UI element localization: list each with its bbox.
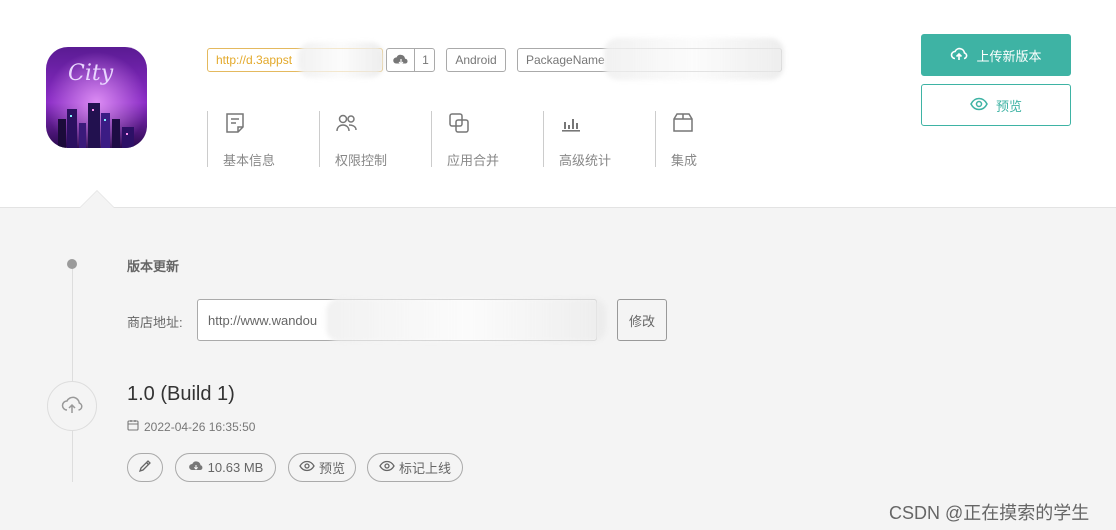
cloud-download-icon [387, 49, 415, 71]
bar-chart-icon [559, 111, 583, 135]
users-icon [335, 111, 359, 135]
release-timestamp: 2022-04-26 16:35:50 [127, 419, 255, 434]
timestamp-text: 2022-04-26 16:35:50 [144, 419, 256, 434]
cloud-download-icon [188, 460, 204, 475]
modify-button-label: 修改 [628, 313, 655, 329]
modify-button[interactable]: 修改 [617, 299, 667, 341]
app-icon-wordmark: City [68, 61, 114, 86]
download-count: 1 [422, 53, 429, 67]
redaction-blur [326, 298, 606, 342]
preview-button-label: 预览 [995, 98, 1022, 114]
upload-button-label: 上传新版本 [976, 48, 1042, 64]
download-count-tag: 1 [386, 48, 435, 72]
release-preview-button[interactable]: 预览 [288, 453, 356, 482]
upload-timeline-node [47, 381, 97, 431]
mark-online-button[interactable]: 标记上线 [367, 453, 463, 482]
nav-label: 集成 [671, 153, 698, 168]
box-icon [671, 111, 695, 135]
version-label: 1.0 (Build 1) [127, 383, 235, 405]
cloud-upload-icon [60, 393, 84, 420]
nav-label: 基本信息 [223, 153, 276, 168]
download-link-text: http://d.3appst [216, 53, 293, 67]
eye-icon [970, 97, 988, 114]
store-address-label: 商店地址: [127, 315, 183, 330]
mark-online-label: 标记上线 [398, 461, 451, 476]
selected-pointer [80, 191, 114, 208]
document-icon [223, 111, 247, 135]
nav-label: 权限控制 [335, 153, 388, 168]
nav-permissions[interactable]: 权限控制 [319, 111, 429, 168]
app-header: City http://d.3appst 1 Android PackageNa… [0, 0, 1116, 208]
eye-icon [379, 460, 395, 475]
redaction-blur [604, 38, 784, 80]
release-preview-label: 预览 [318, 461, 345, 476]
file-size-label: 10.63 MB [207, 460, 264, 475]
version-update-title: 版本更新 [127, 259, 180, 274]
merge-icon [447, 111, 471, 135]
nav-integration[interactable]: 集成 [655, 111, 765, 168]
app-icon: City [46, 47, 147, 148]
pencil-icon [138, 459, 152, 476]
timeline-dot [67, 259, 77, 269]
download-size-button[interactable]: 10.63 MB [175, 453, 276, 482]
preview-button[interactable]: 预览 [921, 84, 1071, 126]
platform-tag: Android [446, 48, 506, 72]
nav-basic-info[interactable]: 基本信息 [207, 111, 317, 168]
cloud-upload-icon [950, 46, 968, 65]
platform-label: Android [455, 53, 497, 67]
upload-new-version-button[interactable]: 上传新版本 [921, 34, 1071, 76]
edit-release-button[interactable] [127, 453, 163, 482]
nav-label: 应用合并 [447, 153, 500, 168]
nav-app-merge[interactable]: 应用合并 [431, 111, 541, 168]
package-name-label: PackageName [526, 53, 605, 67]
calendar-icon [127, 419, 139, 434]
timeline-line [72, 264, 73, 482]
eye-icon [299, 460, 315, 475]
watermark: CSDN @正在摸索的学生 [889, 503, 1090, 523]
nav-label: 高级统计 [559, 153, 612, 168]
redaction-blur [298, 42, 384, 78]
nav-advanced-stats[interactable]: 高级统计 [543, 111, 653, 168]
